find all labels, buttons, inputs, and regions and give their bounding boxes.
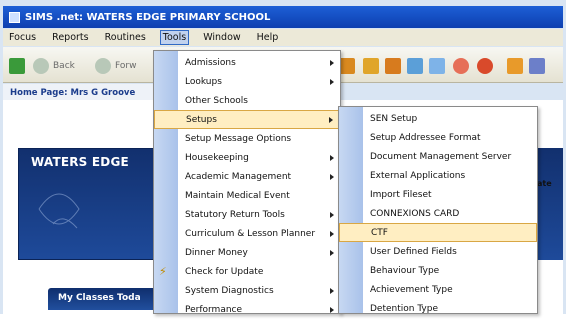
menu-item-performance[interactable]: Performance [154,300,340,319]
menu-item-label: Behaviour Type [370,265,440,276]
banner-swirl-decoration [38,193,80,229]
menu-item-dinner-money[interactable]: Dinner Money [154,243,340,262]
toolbar-notepad-icon[interactable] [429,58,445,74]
update-icon: ⚡ [159,265,167,278]
forward-arrow-icon [95,58,111,74]
date-label: ate [537,179,552,188]
menu-item-label: Dinner Money [185,247,248,258]
home-arrows-icon [9,58,25,74]
menu-bar: Focus Reports Routines Tools Window Help [3,29,563,46]
tools-menu: Admissions Lookups Other Schools Setups … [153,50,341,315]
menu-item-label: Import Fileset [370,189,432,200]
back-label: Back [53,61,75,71]
menu-item-academic-management[interactable]: Academic Management [154,167,340,186]
home-page-label: Home Page: Mrs G Groove [10,88,136,98]
window-title: SIMS .net: WATERS EDGE PRIMARY SCHOOL [25,11,271,23]
submenu-arrow-icon [330,306,334,313]
menu-item-check-for-update[interactable]: ⚡ Check for Update [154,262,340,281]
menu-item-system-diagnostics[interactable]: System Diagnostics [154,281,340,300]
submenu-item-connexions-card[interactable]: CONNEXIONS CARD [339,204,537,223]
school-banner: WATERS EDGE [18,148,154,260]
menu-help[interactable]: Help [255,31,281,44]
menu-window[interactable]: Window [201,31,242,44]
submenu-item-achievement-type[interactable]: Achievement Type [339,280,537,299]
back-arrow-icon [33,58,49,74]
submenu-arrow-icon [330,78,334,85]
toolbar-pupil-icon[interactable] [385,58,401,74]
my-classes-tab[interactable]: My Classes Toda [48,288,158,310]
toolbar-clock-icon[interactable] [477,58,493,74]
menu-item-label: Housekeeping [185,152,249,163]
menu-item-setups[interactable]: Setups [154,110,340,129]
submenu-arrow-icon [330,154,334,161]
menu-item-label: Admissions [185,57,236,68]
toolbar-people-icon[interactable] [363,58,379,74]
submenu-item-import-fileset[interactable]: Import Fileset [339,185,537,204]
toolbar-grid-icon[interactable] [529,58,545,74]
menu-item-label: Achievement Type [370,284,453,295]
menu-item-label: Detention Type [370,303,439,314]
menu-item-label: Check for Update [185,266,264,277]
banner-right-panel [535,148,563,260]
forward-label: Forw [115,61,137,71]
submenu-item-sen-setup[interactable]: SEN Setup [339,109,537,128]
menu-item-statutory-return-tools[interactable]: Statutory Return Tools [154,205,340,224]
menu-focus[interactable]: Focus [7,31,38,44]
menu-item-label: Statutory Return Tools [185,209,285,220]
menu-item-label: SEN Setup [370,113,418,124]
menu-item-label: CONNEXIONS CARD [370,208,460,219]
menu-item-label: Performance [185,304,243,315]
menu-item-other-schools[interactable]: Other Schools [154,91,340,110]
menu-routines[interactable]: Routines [103,31,148,44]
submenu-arrow-icon [329,116,333,123]
menu-item-setup-message-options[interactable]: Setup Message Options [154,129,340,148]
menu-item-label: Setup Addressee Format [370,132,481,143]
submenu-arrow-icon [330,211,334,218]
toolbar-staff-icon[interactable] [453,58,469,74]
submenu-item-detention-type[interactable]: Detention Type [339,299,537,318]
toolbar-document-icon[interactable] [407,58,423,74]
toolbar-tool-icon-1[interactable] [339,58,355,74]
menu-item-admissions[interactable]: Admissions [154,53,340,72]
submenu-item-setup-addressee-format[interactable]: Setup Addressee Format [339,128,537,147]
menu-reports[interactable]: Reports [50,31,90,44]
submenu-item-external-applications[interactable]: External Applications [339,166,537,185]
submenu-arrow-icon [330,287,334,294]
submenu-item-user-defined-fields[interactable]: User Defined Fields [339,242,537,261]
submenu-arrow-icon [330,59,334,66]
menu-item-label: CTF [371,227,388,238]
title-bar: SIMS .net: WATERS EDGE PRIMARY SCHOOL [3,6,563,28]
menu-item-lookups[interactable]: Lookups [154,72,340,91]
menu-item-maintain-medical-event[interactable]: Maintain Medical Event [154,186,340,205]
menu-item-label: Other Schools [185,95,248,106]
menu-item-label: Lookups [185,76,222,87]
submenu-arrow-icon [330,230,334,237]
setups-submenu: SEN Setup Setup Addressee Format Documen… [338,106,538,314]
forward-button[interactable]: Forw [95,56,136,76]
menu-item-housekeeping[interactable]: Housekeeping [154,148,340,167]
menu-item-label: Setup Message Options [185,133,292,144]
home-button[interactable] [9,56,25,76]
menu-item-label: Maintain Medical Event [185,190,290,201]
menu-item-label: Setups [186,114,217,125]
submenu-arrow-icon [330,249,334,256]
sims-app-icon [9,11,20,23]
menu-item-label: External Applications [370,170,466,181]
submenu-item-behaviour-type[interactable]: Behaviour Type [339,261,537,280]
menu-item-label: System Diagnostics [185,285,274,296]
menu-item-label: Document Management Server [370,151,512,162]
menu-tools[interactable]: Tools [159,30,190,45]
menu-item-label: User Defined Fields [370,246,457,257]
submenu-arrow-icon [330,173,334,180]
menu-item-curriculum-lesson-planner[interactable]: Curriculum & Lesson Planner [154,224,340,243]
menu-item-label: Academic Management [185,171,292,182]
toolbar-link-icon[interactable] [507,58,523,74]
submenu-item-document-management-server[interactable]: Document Management Server [339,147,537,166]
back-button[interactable]: Back [33,56,75,76]
submenu-item-ctf[interactable]: CTF [339,223,537,242]
menu-item-label: Curriculum & Lesson Planner [185,228,316,239]
